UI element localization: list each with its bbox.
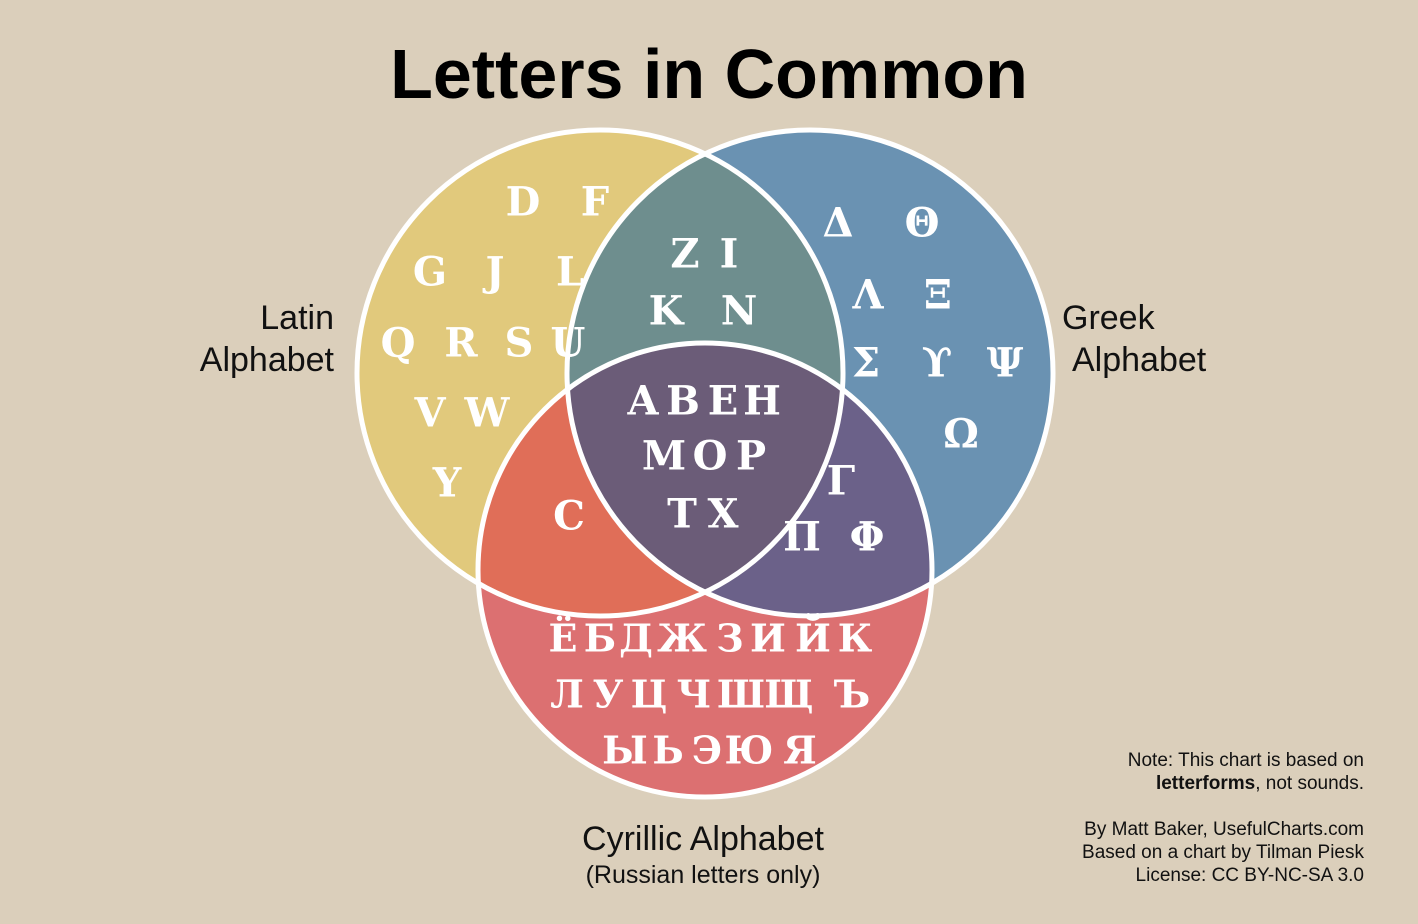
letter-latin-only: V bbox=[413, 390, 446, 437]
chart-title: Letters in Common bbox=[390, 35, 1028, 113]
latin-label-line1: Latin bbox=[260, 299, 334, 337]
letter-latin-only: G bbox=[413, 249, 447, 296]
cyrillic-label: Cyrillic Alphabet bbox=[582, 820, 824, 858]
letter-cyrillic-only: Я bbox=[783, 728, 817, 773]
letter-cyrillic-only: Ё bbox=[549, 616, 578, 661]
letter-greek-only: Σ bbox=[852, 340, 880, 387]
note-line2-rest: , not sounds. bbox=[1255, 773, 1364, 794]
letter-greek-cyrillic: Γ bbox=[827, 458, 855, 505]
letter-greek-only: Θ bbox=[905, 200, 940, 247]
letter-cyrillic-only: Б bbox=[584, 616, 616, 661]
greek-label-line2: Alphabet bbox=[1072, 341, 1207, 379]
letter-cyrillic-only: Щ bbox=[764, 672, 813, 717]
letter-latin-greek: N bbox=[721, 288, 758, 335]
latin-label-line2: Alphabet bbox=[199, 341, 334, 379]
note-bold-word: letterforms bbox=[1155, 773, 1256, 794]
letter-greek-only: Ω bbox=[943, 411, 979, 458]
letter-greek-only: ϒ bbox=[922, 340, 953, 387]
credit-source: Based on a chart by Tilman Piesk bbox=[1082, 842, 1364, 863]
letter-latin-only: S bbox=[505, 320, 534, 367]
letter-latin-only: L bbox=[556, 249, 584, 296]
letter-cyrillic-only: Ю bbox=[725, 728, 774, 773]
letter-latin-greek: K bbox=[649, 288, 685, 335]
letter-cyrillic-only: Э bbox=[692, 728, 722, 773]
venn-diagram-page: DF GJ L QRSU VWY Δ ΘΛΞΣϒΨΩ ZIKN C ΓΠΦ ABEH MOPTX ЁБД… bbox=[0, 0, 1418, 924]
letter-latin-only: W bbox=[464, 390, 511, 437]
letter-cyrillic-only: З bbox=[716, 616, 743, 661]
letter-latin-only: J bbox=[483, 249, 505, 296]
letter-cyrillic-only: К bbox=[838, 616, 873, 661]
letter-cyrillic-only: Ш bbox=[717, 672, 765, 717]
letter-greek-only: Δ bbox=[822, 200, 853, 247]
letter-all-three: P bbox=[736, 433, 766, 480]
note-line2: letterforms, not sounds. bbox=[1082, 772, 1364, 795]
letter-latin-greek: I bbox=[720, 231, 739, 278]
greek-label-line1: Greek bbox=[1062, 299, 1155, 337]
letter-all-three: B bbox=[666, 378, 700, 425]
letter-latin-only: Y bbox=[432, 460, 462, 507]
letter-all-three: X bbox=[707, 491, 738, 538]
letter-cyrillic-only: У bbox=[593, 672, 624, 717]
letter-cyrillic-only: Ь bbox=[652, 728, 683, 773]
letter-latin-only: U bbox=[551, 320, 586, 367]
letter-cyrillic-only: Ц bbox=[631, 672, 668, 717]
letter-greek-only: Ψ bbox=[987, 340, 1024, 387]
letter-all-three: O bbox=[693, 433, 728, 480]
letter-cyrillic-only: Ы bbox=[602, 728, 648, 773]
credit-license: License: CC BY-NC-SA 3.0 bbox=[1135, 865, 1364, 886]
letter-cyrillic-only: Й bbox=[795, 614, 831, 661]
letter-greek-cyrillic: Π bbox=[783, 514, 821, 561]
letter-greek-cyrillic: Φ bbox=[850, 514, 885, 561]
letter-latin-cyrillic: C bbox=[553, 493, 585, 540]
letter-all-three: M bbox=[642, 433, 686, 480]
letter-all-three: H bbox=[743, 378, 781, 425]
letter-cyrillic-only: Ж bbox=[657, 616, 707, 661]
letter-cyrillic-only: И bbox=[750, 616, 786, 661]
letter-all-three: T bbox=[667, 491, 697, 538]
letter-all-three: E bbox=[708, 378, 739, 425]
letter-cyrillic-only: Ъ bbox=[834, 672, 870, 717]
letter-cyrillic-only: Ч bbox=[677, 672, 712, 717]
letter-greek-only: Ξ bbox=[924, 272, 952, 319]
letter-latin-only: Q bbox=[381, 320, 416, 367]
greek-alphabet-label: Greek Alphabet bbox=[1062, 297, 1206, 381]
notes-block: Note: This chart is based on letterforms… bbox=[1082, 749, 1364, 887]
cyrillic-sublabel: (Russian letters only) bbox=[585, 861, 821, 889]
letter-greek-only: Λ bbox=[851, 272, 884, 319]
letter-latin-only: R bbox=[444, 320, 478, 367]
cyrillic-alphabet-label: Cyrillic Alphabet (Russian letters only) bbox=[503, 818, 903, 890]
letter-all-three: A bbox=[626, 378, 659, 425]
latin-alphabet-label: Latin Alphabet bbox=[200, 297, 334, 381]
letter-latin-only: D bbox=[506, 179, 541, 226]
letter-latin-only: F bbox=[581, 179, 609, 226]
credit-author: By Matt Baker, UsefulCharts.com bbox=[1084, 819, 1364, 840]
letter-cyrillic-only: Д bbox=[619, 616, 653, 661]
letter-cyrillic-only: Л bbox=[550, 672, 584, 717]
note-line1: Note: This chart is based on bbox=[1127, 750, 1364, 771]
letter-latin-greek: Z bbox=[670, 231, 699, 278]
